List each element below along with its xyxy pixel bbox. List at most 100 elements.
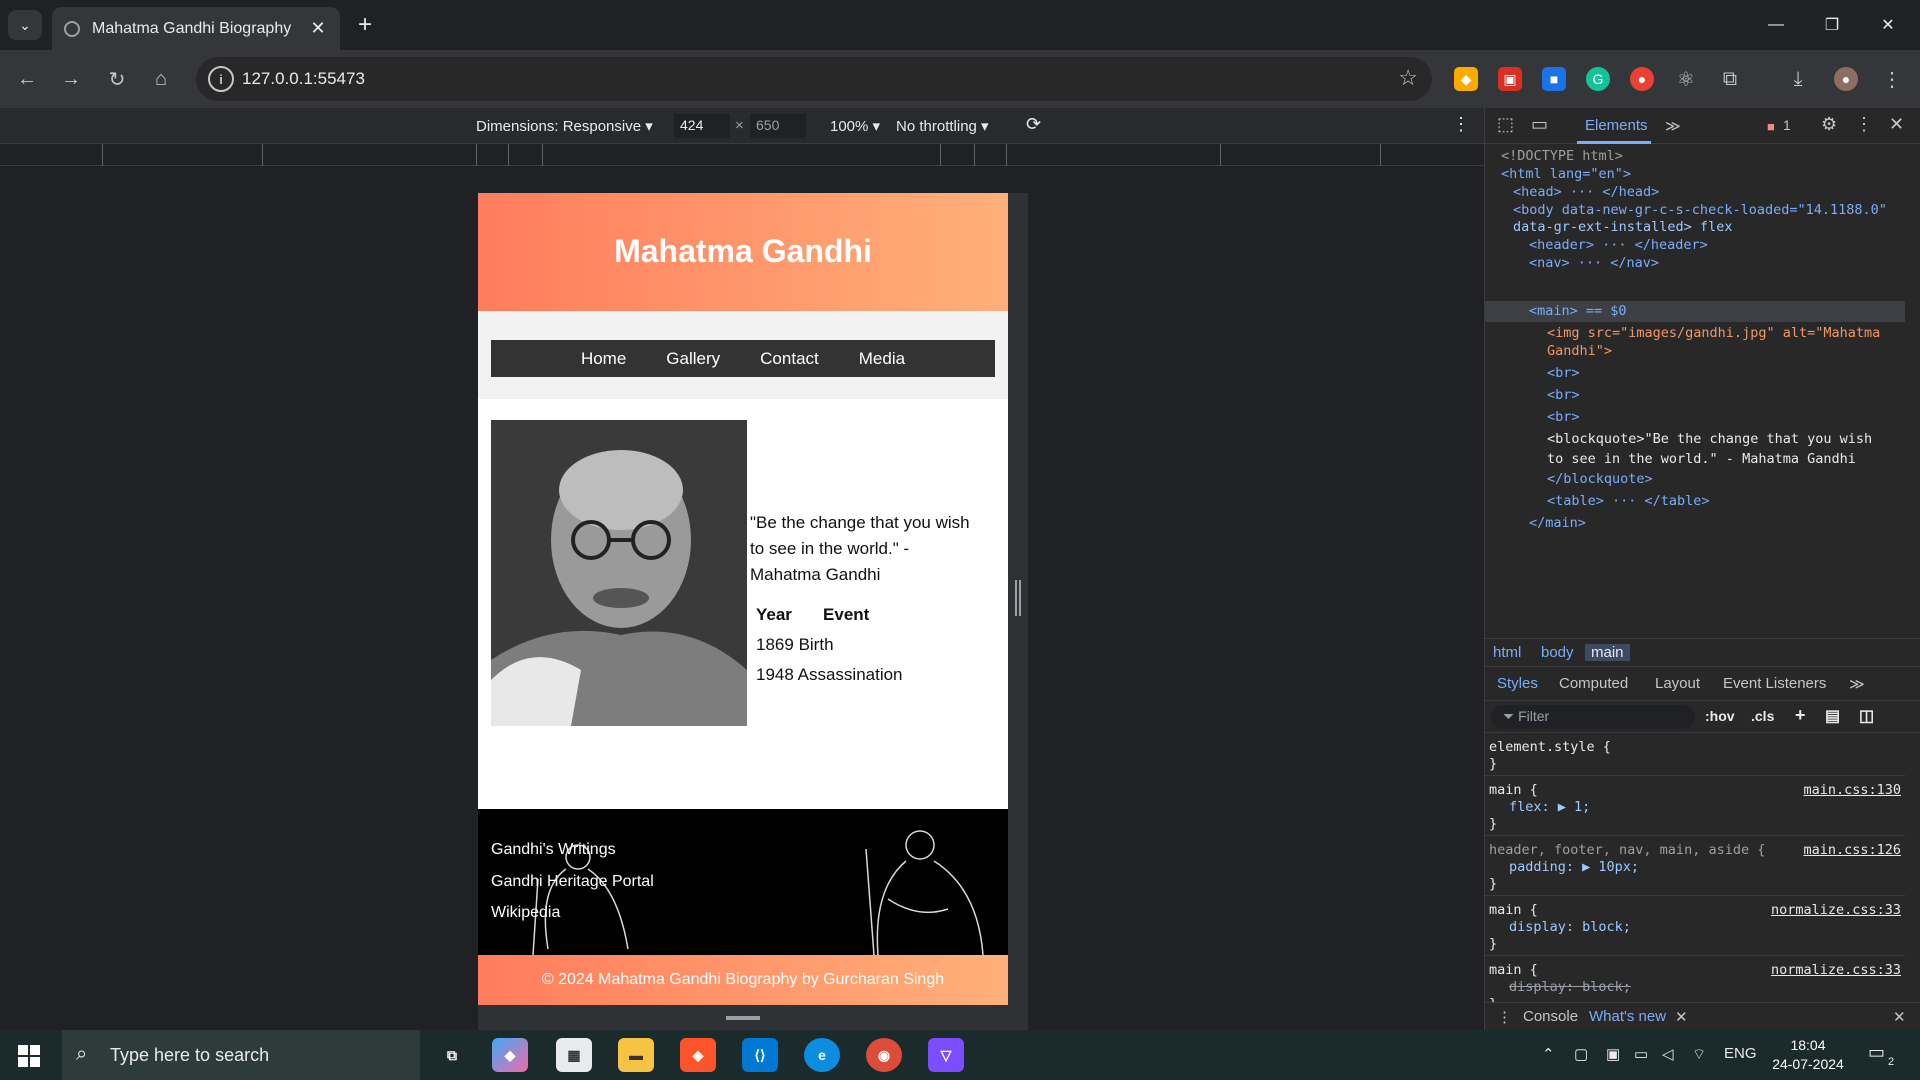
info-icon[interactable]: i <box>208 66 234 92</box>
task-view-icon[interactable]: ⧉ <box>434 1038 470 1072</box>
zoom-dropdown[interactable]: 100% ▾ <box>830 117 880 135</box>
inspect-icon[interactable]: ⬚ <box>1497 114 1514 135</box>
chrome-icon[interactable]: ◉ <box>866 1038 902 1072</box>
close-window-button[interactable]: ✕ <box>1856 0 1920 50</box>
breadcrumb-main[interactable]: main <box>1585 644 1630 661</box>
rule-selector[interactable]: element.style { <box>1489 739 1611 755</box>
minimize-button[interactable]: — <box>1744 0 1808 50</box>
rule-selector[interactable]: main { <box>1489 782 1538 798</box>
rule-source-link[interactable]: main.css:126 <box>1803 842 1901 858</box>
dom-line[interactable]: <br> <box>1547 387 1580 403</box>
device-toggle-icon[interactable]: ▭ <box>1531 114 1548 135</box>
dom-line[interactable]: </main> <box>1529 515 1586 531</box>
side-resize-handle[interactable] <box>1015 580 1021 616</box>
rule-property[interactable]: padding: ▶ 10px; <box>1509 859 1639 875</box>
rule-property[interactable]: flex: ▶ 1; <box>1509 799 1590 815</box>
edge-icon[interactable]: e <box>804 1038 840 1072</box>
language-indicator[interactable]: ENG <box>1724 1045 1757 1062</box>
sidebar-toggle-icon[interactable]: ◫ <box>1859 706 1874 726</box>
height-input[interactable]: 650 <box>750 114 806 138</box>
rule-selector[interactable]: main { <box>1489 962 1538 978</box>
nav-link-home[interactable]: Home <box>581 349 626 369</box>
more-tabs-icon[interactable]: ≫ <box>1665 117 1681 135</box>
avatar[interactable]: ● <box>1834 67 1858 91</box>
extension-icon[interactable]: ▣ <box>1498 67 1522 91</box>
rule-property-overridden[interactable]: display: block; <box>1509 979 1631 995</box>
rule-source-link[interactable]: main.css:130 <box>1803 782 1901 798</box>
bookmark-star-icon[interactable]: ☆ <box>1398 65 1418 91</box>
battery-icon[interactable]: ▭ <box>1634 1045 1648 1063</box>
react-icon[interactable]: ⚛ <box>1674 67 1698 91</box>
error-icon[interactable]: ■ <box>1767 119 1775 134</box>
dom-line[interactable]: <img src="images/gandhi.jpg" alt="Mahatm… <box>1547 325 1880 341</box>
tab-event-listeners[interactable]: Event Listeners <box>1723 675 1826 692</box>
url-text[interactable]: 127.0.0.1:55473 <box>242 69 365 89</box>
rule-selector[interactable]: main { <box>1489 902 1538 918</box>
dom-line-selected[interactable]: <main> == $0 <box>1529 303 1627 319</box>
dom-line[interactable]: <br> <box>1547 409 1580 425</box>
dom-line[interactable]: <table> ··· </table> <box>1547 493 1710 509</box>
close-icon[interactable]: ✕ <box>1889 114 1904 135</box>
tab-styles[interactable]: Styles <box>1497 675 1538 692</box>
close-drawer-icon[interactable]: ✕ <box>1893 1008 1906 1026</box>
dom-line[interactable]: data-gr-ext-installed> flex <box>1513 219 1732 235</box>
breadcrumb-body[interactable]: body <box>1541 644 1574 661</box>
tab-elements[interactable]: Elements <box>1585 117 1648 134</box>
gear-icon[interactable]: ⚙ <box>1821 114 1837 135</box>
add-rule-icon[interactable]: + <box>1795 705 1806 726</box>
cls-button[interactable]: .cls <box>1751 708 1774 724</box>
tab-computed[interactable]: Computed <box>1559 675 1628 692</box>
nav-link-media[interactable]: Media <box>859 349 905 369</box>
vscode-icon[interactable]: ⟨⟩ <box>742 1038 778 1072</box>
dimensions-dropdown[interactable]: Dimensions: Responsive ▾ <box>476 117 653 135</box>
dom-line[interactable]: <!DOCTYPE html> <box>1501 148 1623 164</box>
home-icon[interactable]: ⌂ <box>146 64 176 94</box>
tab-search-icon[interactable]: ⌄ <box>8 10 42 40</box>
drawer-menu-icon[interactable]: ⋮ <box>1497 1008 1512 1026</box>
download-icon[interactable]: ⤓ <box>1786 67 1810 91</box>
nav-link-gallery[interactable]: Gallery <box>666 349 720 369</box>
dom-line[interactable]: <body data-new-gr-c-s-check-loaded="14.1… <box>1513 202 1887 218</box>
extension-icon[interactable]: ◆ <box>1454 67 1478 91</box>
volume-icon[interactable]: ◁ <box>1662 1045 1674 1063</box>
clock[interactable]: 18:04 24-07-2024 <box>1768 1036 1848 1074</box>
tab-whats-new[interactable]: What's new <box>1589 1008 1666 1025</box>
width-input[interactable]: 424 <box>674 114 730 138</box>
tab-console[interactable]: Console <box>1523 1008 1578 1025</box>
more-options-icon[interactable]: ⋮ <box>1452 114 1470 135</box>
filter-input[interactable]: ⏷ Filter <box>1491 705 1695 729</box>
dom-line[interactable]: <header> ··· </header> <box>1529 237 1708 253</box>
more-tabs-icon[interactable]: ≫ <box>1849 675 1865 693</box>
copilot-icon[interactable]: ◆ <box>492 1038 528 1072</box>
forward-icon[interactable]: → <box>56 64 86 94</box>
chevron-up-icon[interactable]: ⌃ <box>1542 1045 1555 1063</box>
dom-line[interactable]: to see in the world." - Mahatma Gandhi <box>1547 451 1856 467</box>
error-count[interactable]: 1 <box>1783 117 1791 133</box>
close-icon[interactable]: ✕ <box>308 18 328 39</box>
nav-link-contact[interactable]: Contact <box>760 349 819 369</box>
bottom-resize-handle[interactable] <box>478 1005 1028 1030</box>
more-menu-icon[interactable]: ⋮ <box>1855 114 1873 135</box>
hov-button[interactable]: :hov <box>1705 708 1735 724</box>
dom-line[interactable]: <br> <box>1547 365 1580 381</box>
grammarly-icon[interactable]: G <box>1586 67 1610 91</box>
dom-line[interactable]: <nav> ··· </nav> <box>1529 255 1659 271</box>
address-bar[interactable]: i 127.0.0.1:55473 ☆ <box>196 57 1432 101</box>
back-icon[interactable]: ← <box>12 64 42 94</box>
windows-start-icon[interactable] <box>18 1045 40 1067</box>
proton-vpn-icon[interactable]: ▽ <box>928 1038 964 1072</box>
store-icon[interactable]: ▦ <box>556 1038 592 1072</box>
dom-line[interactable]: <head> ··· </head> <box>1513 184 1659 200</box>
tray-icon[interactable]: ▣ <box>1606 1045 1620 1063</box>
close-icon[interactable]: ✕ <box>1675 1008 1688 1026</box>
extension-icon[interactable]: ● <box>1630 67 1654 91</box>
rule-source-link[interactable]: normalize.css:33 <box>1771 902 1901 918</box>
rule-selector[interactable]: header, footer, nav, main, aside { <box>1489 842 1765 858</box>
dom-line[interactable]: Gandhi"> <box>1547 343 1612 359</box>
file-explorer-icon[interactable]: ▬ <box>618 1038 654 1072</box>
media-query-ruler[interactable] <box>0 144 1484 166</box>
footer-link-writings[interactable]: Gandhi's Writings <box>491 841 616 859</box>
taskbar-search-input[interactable]: ⌕ Type here to search <box>62 1030 420 1080</box>
paint-icon[interactable]: ▤ <box>1825 706 1840 726</box>
dom-line[interactable]: <html lang="en"> <box>1501 166 1631 182</box>
